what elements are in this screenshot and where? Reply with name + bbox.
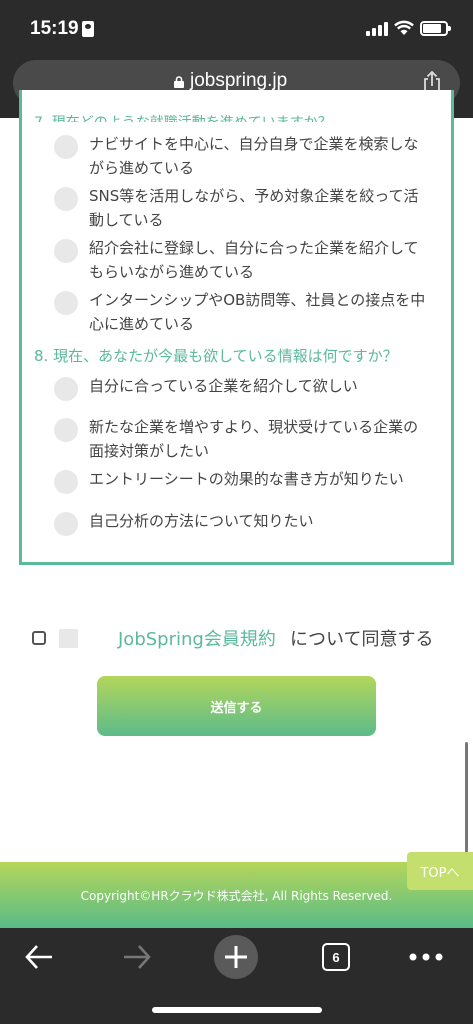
radio-button[interactable] — [54, 377, 78, 401]
copyright-text: Copyright©HRクラウド株式会社, All Rights Reserve… — [80, 889, 393, 903]
radio-button[interactable] — [54, 187, 78, 211]
q8-option-1[interactable]: 自分に合っている企業を紹介して欲しい — [54, 374, 429, 401]
submit-button[interactable]: 送信する — [97, 676, 376, 736]
agree-label: について同意する — [290, 629, 434, 650]
contact-card-icon — [82, 21, 94, 37]
q8-option-4[interactable]: 自己分析の方法について知りたい — [54, 509, 429, 536]
question-7-title: 7. 現在どのような就職活動を進めていますか？ — [34, 112, 434, 122]
radio-button[interactable] — [54, 239, 78, 263]
lock-icon — [174, 76, 184, 88]
home-indicator — [152, 1007, 322, 1013]
agree-checkbox[interactable] — [32, 631, 46, 645]
q8-option-2[interactable]: 新たな企業を増やすより、現状受けている企業の面接対策がしたい — [54, 415, 429, 463]
radio-button[interactable] — [54, 512, 78, 536]
back-to-top-button[interactable]: TOPへ — [407, 852, 473, 890]
terms-link[interactable]: JobSpring会員規約 — [118, 625, 276, 651]
radio-button[interactable] — [54, 470, 78, 494]
q7-option-1[interactable]: ナビサイトを中心に、自分自身で企業を検索しながら進めている — [54, 132, 429, 180]
back-arrow-icon[interactable] — [22, 940, 56, 974]
new-tab-plus-icon[interactable] — [214, 935, 258, 979]
radio-button[interactable] — [54, 418, 78, 442]
q8-option-3[interactable]: エントリーシートの効果的な書き方が知りたい — [54, 467, 429, 494]
radio-button[interactable] — [54, 135, 78, 159]
tab-switcher-button[interactable]: 6 — [322, 943, 350, 971]
question-8-title: 8. 現在、あなたが今最も欲している情報は何ですか？ — [34, 347, 398, 365]
agree-checkbox-styled[interactable] — [59, 629, 78, 648]
signal-icon — [366, 22, 388, 36]
wifi-icon — [394, 20, 414, 35]
q7-option-2[interactable]: SNS等を活用しながら、予め対象企業を絞って活動している — [54, 184, 429, 232]
battery-icon — [420, 21, 451, 36]
radio-button[interactable] — [54, 291, 78, 315]
url-text[interactable]: jobspring.jp — [190, 70, 287, 92]
status-time: 15:19 — [30, 18, 79, 39]
q7-option-3[interactable]: 紹介会社に登録し、自分に合った企業を紹介してもらいながら進めている — [54, 236, 429, 284]
q7-option-4[interactable]: インターンシップやOB訪問等、社員との接点を中心に進めている — [54, 288, 429, 336]
more-menu-icon[interactable] — [408, 945, 444, 969]
forward-arrow-icon[interactable] — [120, 940, 154, 974]
